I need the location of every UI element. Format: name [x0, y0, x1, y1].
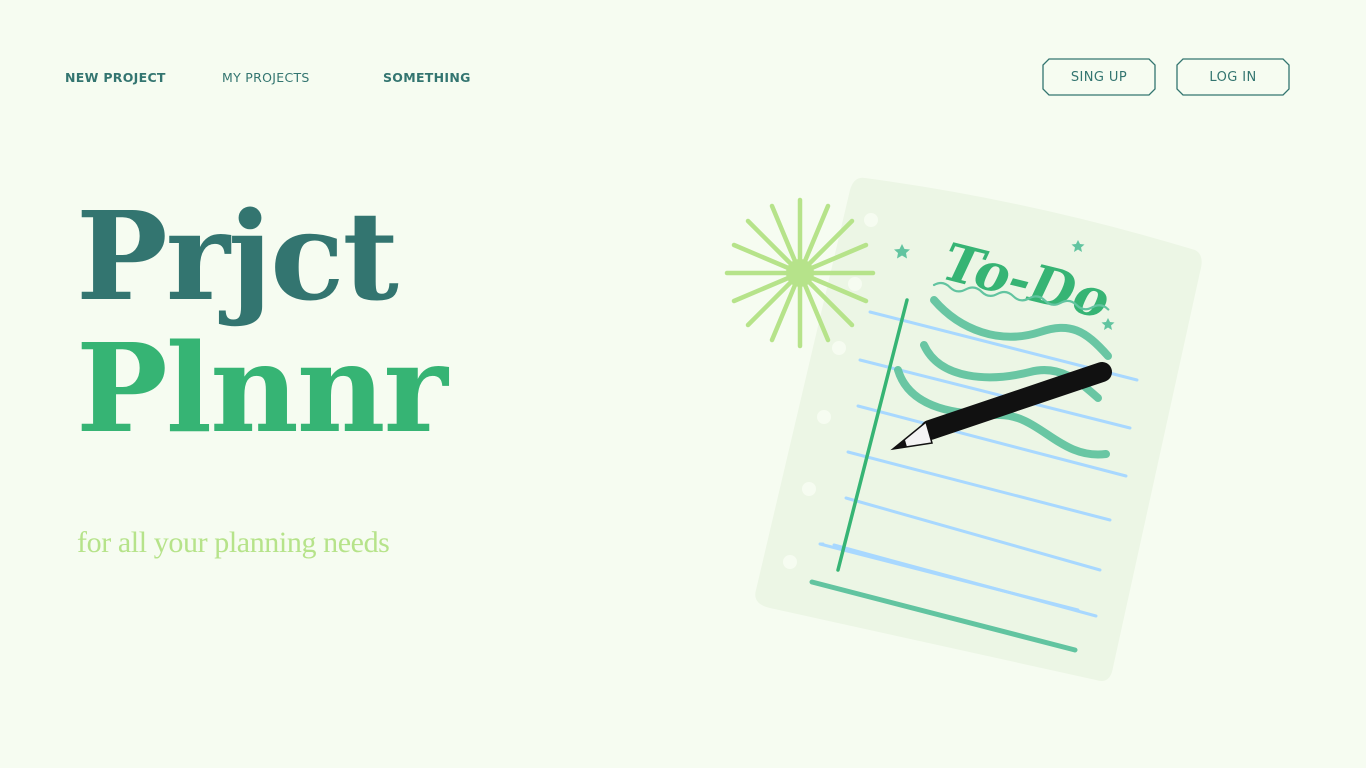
starburst-icon: [724, 197, 876, 349]
hero-title-line2: Plnnr: [76, 316, 448, 460]
nav-new-project[interactable]: NEW PROJECT: [65, 70, 166, 85]
login-button[interactable]: LOG IN: [1176, 58, 1290, 96]
nav-something[interactable]: SOMETHING: [383, 70, 471, 85]
todo-illustration: To-Do: [724, 177, 1202, 681]
signup-button[interactable]: SING UP: [1042, 58, 1156, 96]
hero-title-line1: Prjct: [76, 184, 399, 328]
hero-tagline: for all your planning needs: [77, 526, 390, 559]
login-label: LOG IN: [1209, 69, 1257, 85]
signup-label: SING UP: [1070, 69, 1128, 85]
hero-title: Prjct Plnnr: [76, 184, 448, 460]
landing-page: NEW PROJECT MY PROJECTS SOMETHING SING U…: [0, 0, 1366, 768]
nav-my-projects[interactable]: MY PROJECTS: [222, 70, 310, 85]
